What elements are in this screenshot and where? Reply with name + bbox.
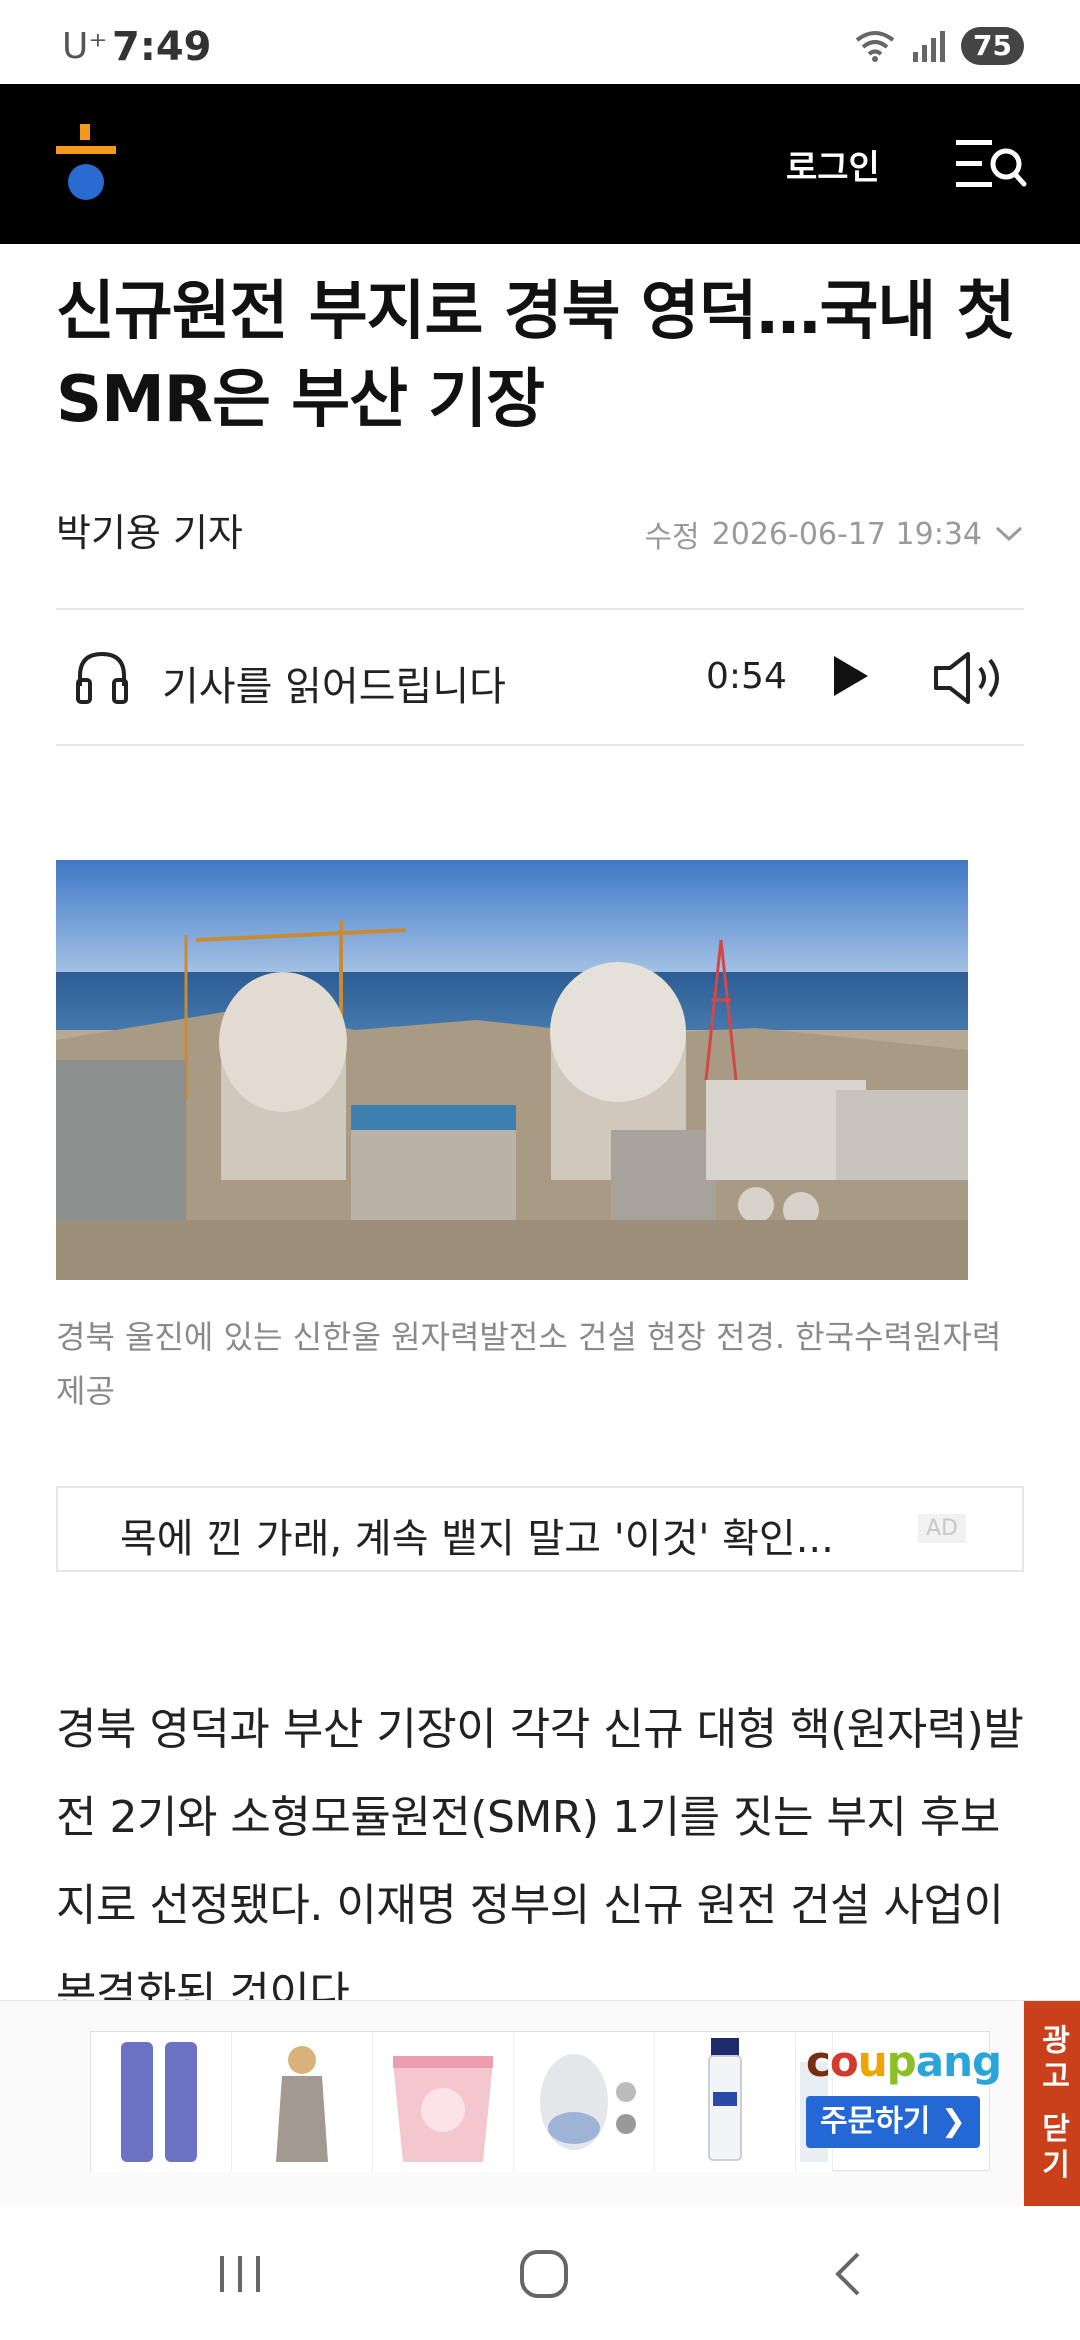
product-bag-image bbox=[276, 2046, 328, 2162]
back-icon[interactable] bbox=[818, 2246, 878, 2302]
ad-product-image[interactable] bbox=[514, 2032, 655, 2172]
ad-product-image[interactable] bbox=[655, 2032, 796, 2172]
wifi-icon bbox=[855, 31, 895, 62]
ad-product-image[interactable] bbox=[91, 2032, 232, 2172]
date-label: 수정 bbox=[644, 520, 700, 555]
article-photo[interactable] bbox=[56, 860, 968, 1280]
tts-label: 기사를 읽어드립니다 bbox=[162, 664, 506, 710]
status-bar: U⁺ 7:49 75 bbox=[0, 0, 1080, 84]
ad-badge: AD bbox=[918, 1514, 966, 1543]
date-value: 2026-06-17 19:34 bbox=[711, 516, 982, 552]
ad-product-image[interactable] bbox=[232, 2032, 373, 2172]
divider bbox=[56, 744, 1024, 746]
native-ad[interactable]: 목에 낀 가래, 계속 뱉지 말고 '이것' 확인... AD bbox=[56, 1486, 1024, 1572]
article-byline: 박기용 기자 bbox=[56, 511, 243, 555]
home-icon[interactable] bbox=[514, 2246, 574, 2302]
tts-duration: 0:54 bbox=[706, 656, 787, 697]
ad-close-button[interactable]: 광고 닫기 bbox=[1024, 2001, 1080, 2207]
headphones-icon bbox=[76, 651, 128, 704]
native-ad-text[interactable]: 목에 낀 가래, 계속 뱉지 말고 '이것' 확인... bbox=[120, 1506, 834, 1564]
site-header: 로그인 bbox=[0, 84, 1080, 244]
site-logo[interactable] bbox=[56, 124, 116, 204]
ad-product-image[interactable] bbox=[373, 2032, 514, 2172]
menu-search-icon[interactable] bbox=[952, 134, 1028, 194]
bottom-ad-banner[interactable]: coupang 주문하기 ❯ 광고 닫기 bbox=[0, 2000, 1080, 2207]
status-icons: 75 bbox=[853, 24, 1024, 68]
ad-close-label[interactable]: 광고 닫기 bbox=[1030, 2024, 1074, 2184]
coupang-cta[interactable]: coupang 주문하기 ❯ bbox=[806, 2037, 1002, 2148]
order-button[interactable]: 주문하기 ❯ bbox=[806, 2096, 980, 2148]
product-cream-image bbox=[708, 2038, 742, 2161]
article-date[interactable]: 수정 2026-06-17 19:34 bbox=[644, 512, 1024, 556]
tts-player: 기사를 읽어드립니다 0:54 bbox=[56, 610, 1024, 744]
chevron-down-icon bbox=[995, 526, 1023, 542]
play-icon[interactable] bbox=[828, 652, 872, 700]
photo-caption: 경북 울진에 있는 신한울 원자력발전소 건설 현장 전경. 한국수력원자력 제… bbox=[56, 1318, 1002, 1410]
volume-icon[interactable] bbox=[932, 650, 1012, 706]
battery-level: 75 bbox=[961, 27, 1024, 65]
article-body: 경북 영덕과 부산 기장이 각각 신규 대형 핵(원자력)발전 2기와 소형모듈… bbox=[56, 1704, 1024, 2019]
login-button[interactable]: 로그인 bbox=[786, 140, 880, 189]
carrier-label: U⁺ bbox=[62, 26, 108, 67]
system-nav-bar bbox=[0, 2206, 1080, 2340]
coupang-logo: coupang bbox=[806, 2037, 1002, 2086]
product-tubes-image bbox=[121, 2042, 197, 2162]
product-bucket-image bbox=[393, 2056, 493, 2162]
signal-icon bbox=[913, 31, 946, 62]
status-time: 7:49 bbox=[112, 24, 212, 70]
recent-apps-icon[interactable] bbox=[210, 2246, 270, 2302]
article-title: 신규원전 부지로 경북 영덕…국내 첫 SMR은 부산 기장 bbox=[56, 275, 1015, 437]
product-device-image bbox=[540, 2054, 636, 2150]
